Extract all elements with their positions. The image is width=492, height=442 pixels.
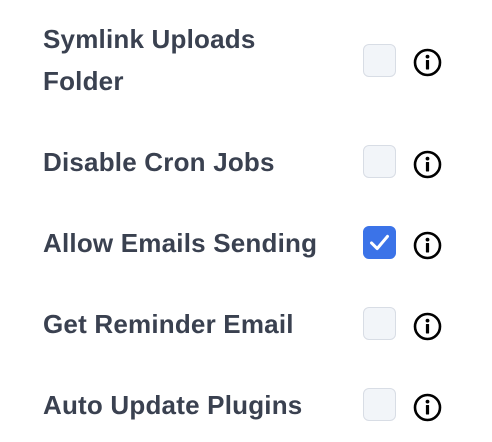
setting-row-get-reminder-email: Get Reminder Email (0, 303, 492, 345)
setting-label: Get Reminder Email (43, 309, 294, 339)
auto-update-plugins-checkbox[interactable] (363, 388, 396, 421)
setting-row-allow-emails-sending: Allow Emails Sending (0, 222, 492, 264)
setting-label: Symlink Uploads Folder (43, 24, 256, 96)
setting-row-auto-update-plugins: Auto Update Plugins (0, 384, 492, 426)
setting-label: Auto Update Plugins (43, 390, 303, 420)
symlink-uploads-folder-checkbox[interactable] (363, 44, 396, 77)
setting-label: Allow Emails Sending (43, 228, 318, 258)
settings-list: Symlink Uploads Folder Disable Cron Jobs… (0, 0, 492, 442)
allow-emails-sending-checkbox[interactable] (363, 226, 396, 259)
info-circle-icon[interactable] (413, 48, 442, 77)
checkmark-icon (370, 234, 389, 251)
setting-label: Disable Cron Jobs (43, 147, 275, 177)
setting-row-symlink-uploads-folder: Symlink Uploads Folder (0, 18, 492, 102)
info-circle-icon[interactable] (413, 231, 442, 260)
get-reminder-email-checkbox[interactable] (363, 307, 396, 340)
info-circle-icon[interactable] (413, 150, 442, 179)
info-circle-icon[interactable] (413, 312, 442, 341)
disable-cron-jobs-checkbox[interactable] (363, 145, 396, 178)
info-circle-icon[interactable] (413, 393, 442, 422)
setting-row-disable-cron-jobs: Disable Cron Jobs (0, 141, 492, 183)
